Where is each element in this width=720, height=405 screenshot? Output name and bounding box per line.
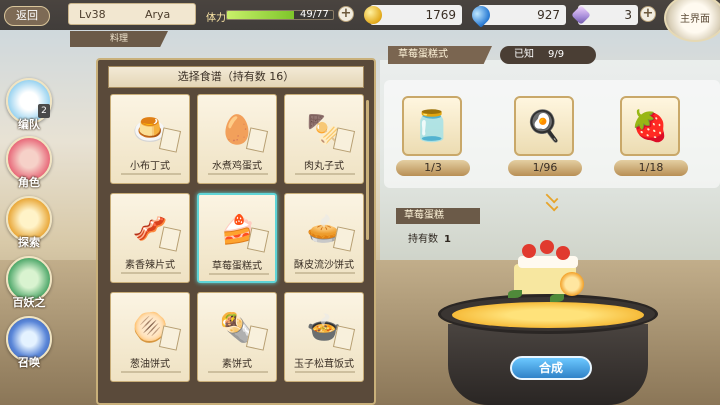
recipe-card-matsutake-rice[interactable]: 🍲 玉子松茸饭式 [284, 292, 364, 382]
gold-coin-icon [364, 6, 382, 24]
recipe-scrollbar[interactable] [366, 100, 369, 240]
nav-label: 探索 [18, 236, 40, 249]
recipe-paper-icon [332, 325, 356, 351]
add-stamina-button[interactable]: + [338, 6, 354, 22]
recipe-divider [295, 371, 355, 373]
result-name: 草莓蛋糕 [396, 208, 480, 224]
stamina-label: 体力 [206, 13, 226, 24]
recipe-paper-icon [332, 127, 356, 153]
add-gem-button[interactable]: + [640, 6, 656, 22]
orange-slice-icon [560, 272, 584, 296]
recipe-grid: 🍮 小布丁式 🥚 水煮鸡蛋式 🍢 肉丸子式 🥓 素香辣片式 🍰 草莓蛋糕式 🥧 … [110, 94, 364, 404]
leaf-icon [550, 294, 564, 302]
recipe-card-meatball[interactable]: 🍢 肉丸子式 [284, 94, 364, 184]
nav-item-team[interactable]: 2 编队 [6, 78, 52, 136]
down-arrows-icon [538, 190, 566, 216]
recipe-name: 水煮鸡蛋式 [212, 161, 262, 172]
ingredient-list: 🫙 1/3 🍳 1/96 🍓 1/18 [384, 80, 720, 188]
nav-label: 角色 [18, 176, 40, 189]
recipe-card-pudding[interactable]: 🍮 小布丁式 [110, 94, 190, 184]
recipe-card-strawberry-cake[interactable]: 🍰 草莓蛋糕式 [197, 193, 277, 283]
recipe-divider [121, 173, 181, 175]
recipe-card-plain-pancake[interactable]: 🌯 素饼式 [197, 292, 277, 382]
gold-counter: 1769 [364, 5, 462, 25]
recipe-divider [295, 272, 355, 274]
strawberry-icon [556, 246, 570, 260]
ingredient-count: 1/3 [396, 160, 470, 176]
selected-recipe-title: 草莓蛋糕式 [388, 46, 492, 64]
ingredient-slot[interactable]: 🫙 1/3 [396, 90, 470, 182]
recipe-paper-icon [245, 127, 269, 153]
recipe-paper-icon [332, 226, 356, 252]
recipe-name: 草莓蛋糕式 [212, 261, 262, 272]
recipe-paper-icon [158, 226, 182, 252]
recipe-panel: 选择食谱（持有数 16） 🍮 小布丁式 🥚 水煮鸡蛋式 🍢 肉丸子式 🥓 素香辣… [96, 58, 376, 405]
recipe-paper-icon [246, 227, 270, 253]
nav-item-explore[interactable]: 探索 [6, 196, 52, 254]
water-drop-icon [468, 2, 494, 28]
stamina-value: 49/77 [300, 9, 329, 20]
recipe-card-scallion-pancake[interactable]: 🫓 葱油饼式 [110, 292, 190, 382]
water-counter: 927 [468, 2, 566, 28]
recipe-paper-icon [158, 325, 182, 351]
recipe-divider [295, 173, 355, 175]
known-label: 已知 [514, 49, 534, 60]
stamina-fill [227, 11, 295, 19]
gem-counter: 3 [571, 5, 638, 25]
nav-label: 编队 [18, 118, 40, 131]
strawberry-icon [540, 240, 554, 254]
recipe-paper-icon [245, 325, 269, 351]
fried-egg-icon: 🍳 [514, 96, 574, 156]
gem-value: 3 [624, 8, 632, 22]
tab-cooking: 料理 [70, 31, 168, 47]
ingredient-slot[interactable]: 🍓 1/18 [614, 90, 688, 182]
recipe-name: 素香辣片式 [125, 260, 175, 271]
nav-label: 召唤 [18, 356, 40, 369]
ingredient-count: 1/96 [508, 160, 582, 176]
strawberry-icon: 🍓 [620, 96, 680, 156]
strawberry-cake-image [500, 238, 600, 312]
synthesize-button[interactable]: 合成 [510, 356, 592, 380]
nav-item-summon[interactable]: 召唤 [6, 316, 52, 374]
owned-label: 持有数 [408, 234, 438, 245]
recipe-card-boiled-egg[interactable]: 🥚 水煮鸡蛋式 [197, 94, 277, 184]
recipe-divider [121, 371, 181, 373]
recipe-divider [208, 371, 268, 373]
owned-value: 1 [444, 234, 451, 245]
ingredient-count: 1/18 [614, 160, 688, 176]
water-value: 927 [537, 8, 560, 22]
recipe-name: 肉丸子式 [304, 161, 344, 172]
recipe-name: 酥皮流沙饼式 [294, 260, 354, 271]
nav-item-yokai[interactable]: 百妖之 [6, 256, 52, 314]
recipe-divider [208, 173, 268, 175]
player-info: Lv38 Arya [68, 3, 196, 25]
ingredient-slot[interactable]: 🍳 1/96 [508, 90, 582, 182]
recipe-name: 小布丁式 [130, 161, 170, 172]
known-value: 9/9 [548, 49, 565, 60]
player-name: Arya [145, 8, 171, 21]
recipe-name: 葱油饼式 [130, 359, 170, 370]
recipe-divider [121, 272, 181, 274]
leaf-icon [508, 290, 522, 298]
gold-value: 1769 [425, 8, 456, 22]
player-level: Lv38 [79, 8, 106, 21]
recipe-card-lava-pie[interactable]: 🥧 酥皮流沙饼式 [284, 193, 364, 283]
main-menu-button[interactable]: 主界面 [664, 0, 720, 42]
recipe-name: 玉子松茸饭式 [294, 359, 354, 370]
gem-icon [571, 5, 591, 25]
strawberry-icon [522, 244, 536, 258]
recipe-divider [209, 273, 269, 275]
recipe-card-spicy-strips[interactable]: 🥓 素香辣片式 [110, 193, 190, 283]
top-bar: 返回 Lv38 Arya 体力 49/77 + 1769 927 3 + [0, 0, 720, 30]
milk-jar-icon: 🫙 [402, 96, 462, 156]
nav-label: 百妖之 [12, 296, 46, 309]
recipe-paper-icon [158, 127, 182, 153]
left-nav: 2 编队 角色 探索 百妖之 召唤 [0, 36, 70, 405]
back-button[interactable]: 返回 [4, 6, 50, 26]
recipe-name: 素饼式 [222, 359, 252, 370]
known-counter: 已知 9/9 [500, 46, 596, 64]
nav-item-character[interactable]: 角色 [6, 136, 52, 194]
owned-count: 持有数 1 [408, 230, 451, 245]
recipe-panel-title: 选择食谱（持有数 16） [108, 66, 364, 88]
